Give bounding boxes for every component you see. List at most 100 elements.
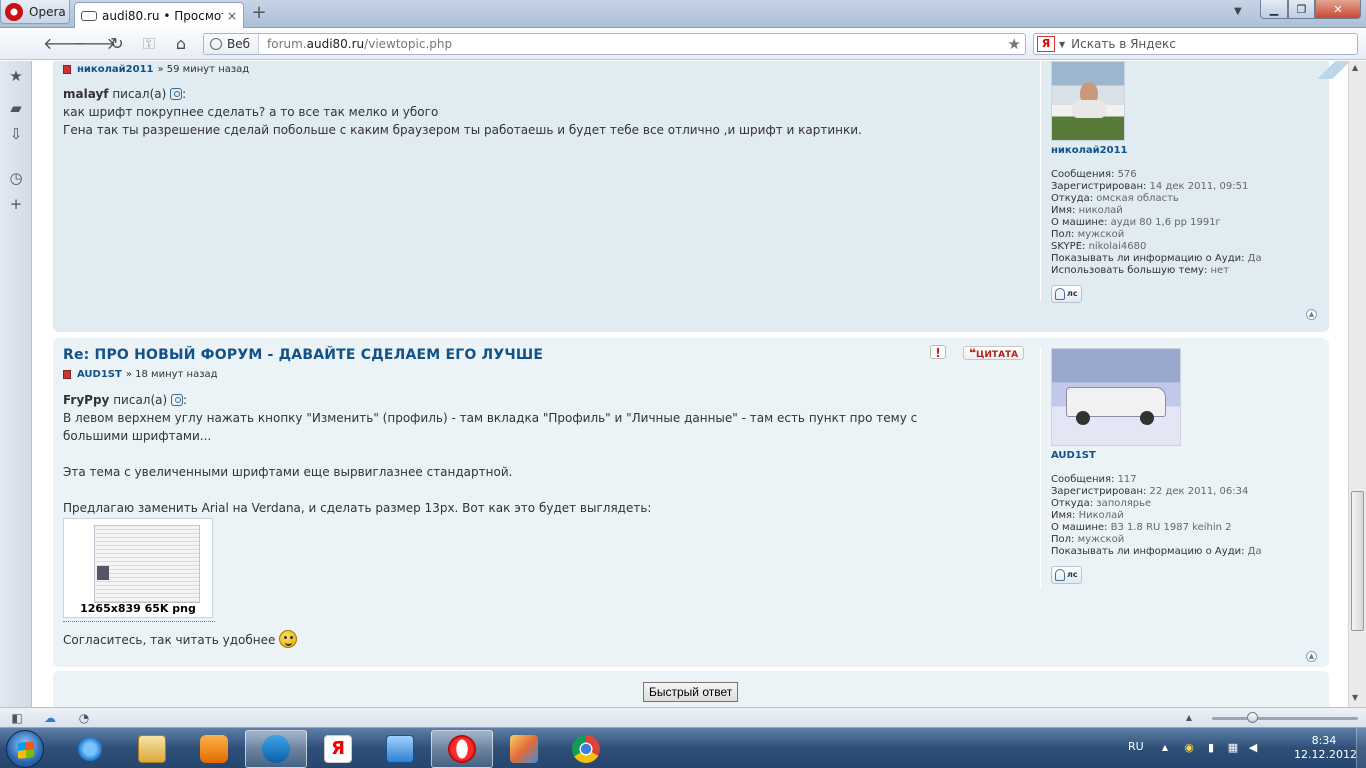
person-icon [1055, 569, 1065, 581]
chrome-icon [572, 735, 600, 763]
taskbar-mail[interactable] [369, 730, 431, 768]
forward-arrow-icon[interactable]: 🡒 [73, 34, 116, 54]
hp-icon [262, 735, 290, 763]
post-text: Гена так ты разрешение сделай побольше с… [63, 123, 862, 137]
opera-icon [448, 735, 476, 763]
zoom-slider-track[interactable] [1212, 717, 1358, 720]
post-author-link[interactable]: AUD1ST [77, 369, 122, 380]
taskbar-yandex[interactable]: Я [307, 730, 369, 768]
network-icon[interactable]: ▦ [1226, 741, 1240, 755]
zoom-slider-handle[interactable] [1247, 712, 1258, 723]
yandex-icon[interactable]: Я [1037, 36, 1055, 52]
profile-row: Показывать ли информацию о Ауди: Да [1051, 253, 1262, 264]
search-engine-chevron-icon[interactable]: ▼ [1059, 40, 1065, 49]
key-icon[interactable]: ⚿ [138, 34, 160, 54]
profile-username[interactable]: AUD1ST [1051, 450, 1320, 462]
taskbar-chrome[interactable] [555, 730, 617, 768]
tray-app-icon[interactable]: ◉ [1182, 741, 1196, 755]
unite-cloud-icon[interactable]: ☁ [42, 710, 58, 726]
image-caption: 1265x839 65K png [80, 602, 196, 615]
start-button[interactable] [6, 730, 44, 768]
profile-row: Пол: мужской [1051, 534, 1125, 545]
scroll-up-arrow-icon[interactable]: ▲ [1352, 63, 1358, 72]
taskbar-media-player[interactable] [183, 730, 245, 768]
downloads-icon[interactable]: ⇩ [7, 125, 25, 143]
internet-explorer-icon [76, 735, 104, 763]
pm-button[interactable]: лс [1051, 285, 1082, 303]
profile-row: Пол: мужской [1051, 229, 1125, 240]
post-meta: AUD1ST » 18 минут назад [63, 369, 218, 380]
speed-dial-icon[interactable]: ◔ [76, 710, 92, 726]
tab-close-icon[interactable]: × [227, 9, 237, 23]
taskbar-clock[interactable]: 8:34 12.12.2012 [1294, 734, 1357, 762]
quote-author: FryPpy [63, 393, 110, 407]
post-profile: AUD1ST Сообщения: 117 Зарегистрирован: 2… [1040, 348, 1320, 588]
usb-device-icon[interactable]: ▮ [1204, 741, 1218, 755]
tray-expand-chevron-icon[interactable]: ▲ [1158, 741, 1172, 755]
add-panel-icon[interactable]: + [7, 195, 25, 213]
folder-icon [138, 735, 166, 763]
back-to-top-icon[interactable]: ▲ [1306, 309, 1317, 320]
zoom-menu-chevron-icon[interactable]: ▲ [1181, 710, 1197, 726]
back-arrow-icon[interactable]: 🡐 [43, 34, 86, 54]
show-desktop-button[interactable] [1356, 728, 1366, 768]
window-maximize-button[interactable]: ❐ [1288, 0, 1315, 19]
windows-taskbar: Я RU ▲ ◉ ▮ ▦ ◀ 8:34 12.12.2012 [0, 727, 1366, 768]
profile-row: Использовать большую тему: нет [1051, 265, 1230, 276]
taskbar-paint[interactable] [493, 730, 555, 768]
tab-list-chevron-icon[interactable]: ▼ [1234, 6, 1242, 17]
post-closing: Согласитесь, так читать удобнее [63, 630, 983, 649]
home-icon[interactable]: ⌂ [170, 34, 192, 54]
taskbar-hp[interactable] [245, 730, 307, 768]
report-button[interactable]: ! [930, 345, 946, 360]
avatar[interactable] [1051, 348, 1181, 446]
quote-button[interactable]: ❝ЦИТАТА [963, 346, 1025, 360]
view-quote-icon[interactable] [171, 394, 184, 406]
search-field[interactable]: Я ▼ Искать в Яндекс [1033, 33, 1358, 55]
panel-toggle-icon[interactable]: ◧ [9, 710, 25, 726]
post-profile: николай2011 Сообщения: 576 Зарегистриров… [1040, 61, 1320, 303]
scrollbar-thumb[interactable] [1351, 491, 1364, 631]
pm-button[interactable]: лс [1051, 566, 1082, 584]
profile-username[interactable]: николай2011 [1051, 145, 1320, 157]
post-time: » 18 минут назад [125, 369, 218, 380]
taskbar-ie[interactable] [59, 730, 121, 768]
quote-header: malayf писал(а) : [63, 87, 187, 101]
bookmarks-star-icon[interactable]: ★ [7, 67, 25, 85]
screenshot-preview [94, 525, 200, 603]
language-indicator[interactable]: RU [1128, 740, 1144, 753]
profile-row: Сообщения: 117 [1051, 474, 1137, 485]
post-icon [63, 65, 71, 74]
quick-reply-button[interactable]: Быстрый ответ [643, 682, 739, 702]
tab-audi80[interactable]: audi80.ru • Просмотр ... × [74, 2, 244, 28]
window-close-button[interactable]: ✕ [1315, 0, 1361, 19]
post-author-link[interactable]: николай2011 [77, 64, 153, 75]
back-to-top-icon[interactable]: ▲ [1306, 651, 1317, 662]
url-text[interactable]: forum.audi80.ru/viewtopic.php [259, 37, 1008, 51]
bookmark-star-icon[interactable]: ★ [1008, 35, 1021, 53]
scroll-down-arrow-icon[interactable]: ▼ [1352, 693, 1358, 702]
view-quote-icon[interactable] [170, 88, 183, 100]
notes-icon[interactable]: ▰ [7, 99, 25, 117]
address-badge[interactable]: Веб [204, 34, 260, 54]
search-placeholder: Искать в Яндекс [1071, 37, 1176, 51]
window-minimize-button[interactable]: ▁ [1260, 0, 1288, 19]
history-clock-icon[interactable]: ◷ [7, 169, 25, 187]
taskbar-opera[interactable] [431, 730, 493, 768]
address-field[interactable]: Веб forum.audi80.ru/viewtopic.php ★ [203, 33, 1026, 55]
taskbar-explorer[interactable] [121, 730, 183, 768]
opera-menu-button[interactable]: Opera [0, 0, 70, 24]
attached-image-thumbnail[interactable]: 1265x839 65K png [63, 518, 213, 618]
mail-icon [386, 735, 414, 763]
profile-row: О машине: B3 1.8 RU 1987 keihin 2 [1051, 522, 1232, 533]
opera-logo-icon [5, 2, 23, 21]
new-tab-button[interactable]: + [250, 4, 268, 23]
forum-page: николай2011 » 59 минут назад malayf писа… [33, 61, 1348, 707]
post-title[interactable]: Re: ПРО НОВЫЙ ФОРУМ - ДАВАЙТЕ СДЕЛАЕМ ЕГ… [63, 347, 543, 363]
volume-icon[interactable]: ◀ [1246, 741, 1260, 755]
yandex-browser-icon: Я [324, 735, 352, 763]
reload-icon[interactable]: ↻ [106, 34, 128, 54]
avatar[interactable] [1051, 61, 1125, 141]
profile-row: Имя: Николай [1051, 510, 1124, 521]
page-scrollbar[interactable]: ▲ ▼ [1348, 61, 1366, 707]
